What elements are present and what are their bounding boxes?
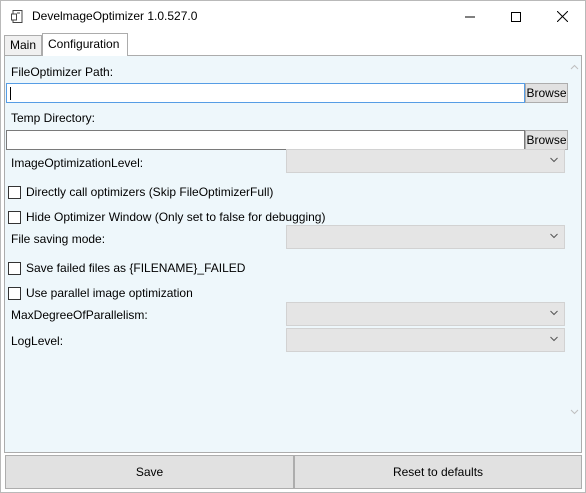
file-saving-mode-label: File saving mode:	[11, 232, 106, 246]
hide-window-label[interactable]: Hide Optimizer Window (Only set to false…	[26, 210, 325, 224]
file-saving-mode-select[interactable]	[286, 225, 565, 249]
browse-temp-directory-button[interactable]: Browse	[525, 130, 568, 150]
title-bar[interactable]: DevelmageOptimizer 1.0.527.0	[1, 1, 585, 32]
chevron-down-icon	[550, 336, 558, 342]
max-degree-select[interactable]	[286, 302, 565, 326]
maximize-icon	[511, 11, 521, 22]
app-window: DevelmageOptimizer 1.0.527.0 Main Config…	[0, 0, 586, 493]
chevron-down-icon	[550, 157, 558, 163]
reset-to-defaults-button[interactable]: Reset to defaults	[294, 455, 582, 489]
log-level-select[interactable]	[286, 328, 565, 352]
image-optimization-level-select[interactable]	[286, 149, 565, 173]
minimize-icon	[465, 16, 475, 17]
browse-file-optimizer-button[interactable]: Browse	[525, 83, 568, 103]
tab-configuration[interactable]: Configuration	[42, 33, 128, 56]
image-optimization-level-label: ImageOptimizationLevel:	[11, 156, 144, 170]
vertical-scrollbar[interactable]	[568, 57, 581, 451]
window-title: DevelmageOptimizer 1.0.527.0	[32, 9, 198, 23]
chevron-down-icon	[550, 310, 558, 316]
parallel-label[interactable]: Use parallel image optimization	[26, 286, 193, 300]
save-button[interactable]: Save	[5, 455, 294, 489]
scroll-up-icon	[570, 64, 579, 70]
log-level-label: LogLevel:	[11, 334, 64, 348]
maximize-button[interactable]	[493, 1, 539, 32]
file-optimizer-path-label: FileOptimizer Path:	[11, 65, 114, 79]
temp-directory-input[interactable]	[6, 130, 525, 150]
save-failed-checkbox[interactable]	[8, 262, 21, 275]
scroll-down-icon	[570, 409, 579, 415]
app-icon	[11, 10, 23, 23]
text-caret	[10, 87, 11, 100]
hide-window-checkbox[interactable]	[8, 211, 21, 224]
tab-main[interactable]: Main	[4, 35, 42, 55]
configuration-panel: FileOptimizer Path: Browse Temp Director…	[4, 55, 582, 453]
max-degree-label: MaxDegreeOfParallelism:	[11, 308, 148, 322]
file-optimizer-path-input[interactable]	[6, 83, 525, 103]
close-icon	[556, 11, 568, 22]
chevron-down-icon	[550, 233, 558, 239]
close-button[interactable]	[539, 1, 585, 32]
direct-call-label[interactable]: Directly call optimizers (Skip FileOptim…	[26, 185, 273, 199]
parallel-checkbox[interactable]	[8, 287, 21, 300]
save-failed-label[interactable]: Save failed files as {FILENAME}_FAILED	[26, 261, 245, 275]
direct-call-checkbox[interactable]	[8, 186, 21, 199]
minimize-button[interactable]	[447, 1, 493, 32]
temp-directory-label: Temp Directory:	[11, 111, 96, 125]
